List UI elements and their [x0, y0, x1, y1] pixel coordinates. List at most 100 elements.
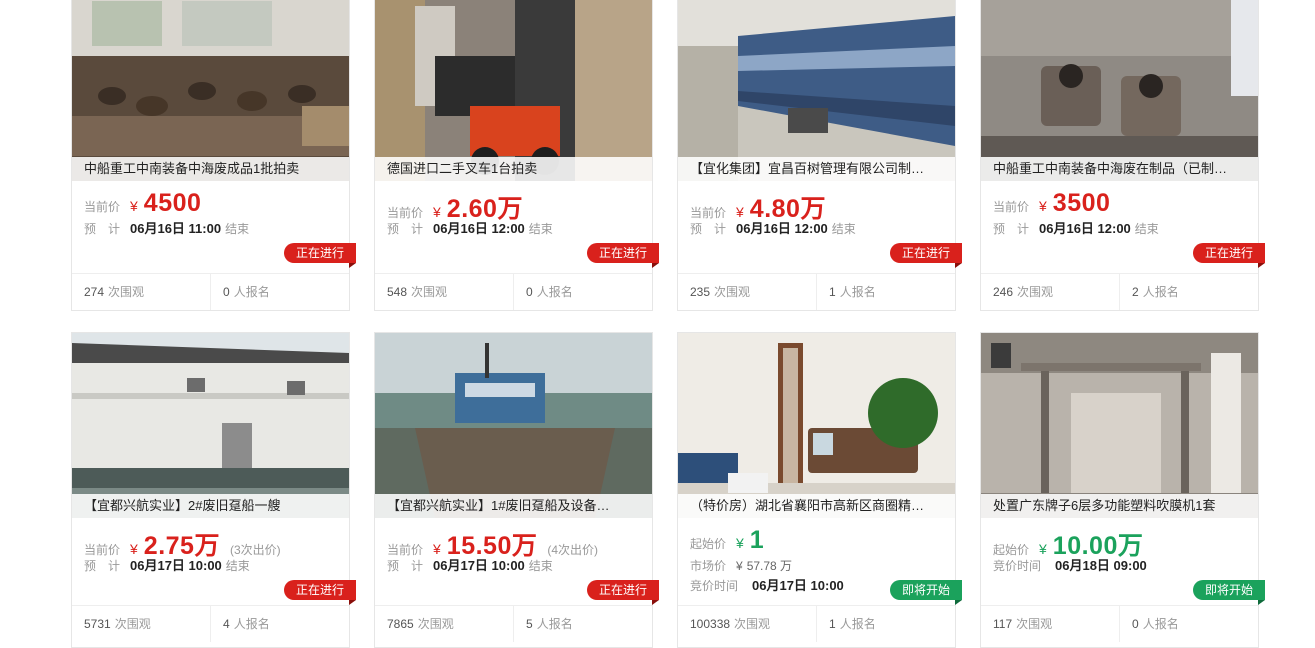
- end-suffix: 结束: [225, 559, 250, 573]
- item-title[interactable]: 处置广东牌子6层多功能塑料吹膜机1套: [981, 494, 1258, 518]
- end-time: 06月16日 12:00: [736, 221, 828, 236]
- currency-symbol: ¥: [736, 559, 743, 573]
- bid-count: (4次出价): [547, 543, 599, 557]
- item-title[interactable]: 中船重工中南装备中海废成品1批拍卖: [72, 157, 349, 181]
- view-label: 次围观: [114, 617, 151, 631]
- view-label: 次围观: [734, 617, 771, 631]
- auction-card[interactable]: 中船重工中南装备中海废在制品（已制… 当前价 ¥3500 预 计 06月16日 12…: [980, 0, 1265, 311]
- blown-film-machine-photo: [981, 333, 1258, 518]
- current-price: 3500: [1052, 189, 1111, 217]
- card-footer: 235 次围观 1 人报名: [678, 273, 955, 310]
- item-title[interactable]: 中船重工中南装备中海废在制品（已制…: [981, 157, 1258, 181]
- signup-label: 人报名: [839, 285, 876, 299]
- auction-grid: 中船重工中南装备中海废成品1批拍卖 当前价 ¥4500 预 计 06月16日 11:…: [0, 0, 1315, 648]
- auction-card[interactable]: 【宜都兴航实业】2#废旧趸船一艘 当前价 ¥2.75万 (3次出价) 预 计 06月1…: [71, 332, 356, 648]
- current-price: 4500: [143, 189, 202, 217]
- item-photo[interactable]: 处置广东牌子6层多功能塑料吹膜机1套: [981, 333, 1258, 518]
- price-label: 起始价: [690, 537, 727, 551]
- price-label: 当前价: [993, 200, 1030, 214]
- signup-count: 2: [1132, 285, 1139, 299]
- currency-symbol: ¥: [433, 541, 441, 557]
- view-count: 274: [84, 285, 105, 299]
- estimate-label: 预 计: [84, 222, 121, 236]
- item-title[interactable]: 【宜都兴航实业】2#废旧趸船一艘: [72, 494, 349, 518]
- item-title[interactable]: （特价房）湖北省襄阳市高新区商圈精…: [678, 494, 955, 518]
- status-badge: 正在进行: [890, 243, 962, 268]
- apartment-photo: [678, 333, 955, 518]
- status-badge: 即将开始: [1193, 580, 1265, 605]
- end-time: 06月17日 10:00: [433, 558, 525, 573]
- end-suffix: 结束: [528, 222, 553, 236]
- view-label: 次围观: [1017, 285, 1054, 299]
- signup-label: 人报名: [839, 617, 876, 631]
- item-info: 起始价 ¥1 市场价 ¥57.78 万 竞价时间 06月17日 10:00 即将开始: [678, 518, 962, 608]
- end-time: 06月16日 12:00: [433, 221, 525, 236]
- bid-time: 06月17日 10:00: [752, 578, 844, 593]
- end-time: 06月17日 10:00: [130, 558, 222, 573]
- bid-time-label: 竞价时间: [690, 579, 739, 593]
- view-label: 次围观: [108, 285, 145, 299]
- item-photo[interactable]: 中船重工中南装备中海废成品1批拍卖: [72, 0, 349, 181]
- status-badge: 正在进行: [284, 243, 356, 268]
- status-badge: 正在进行: [1193, 243, 1265, 268]
- status-badge: 正在进行: [284, 580, 356, 605]
- status-badge: 正在进行: [587, 580, 659, 605]
- view-count: 117: [993, 617, 1013, 631]
- estimate-label: 预 计: [387, 222, 424, 236]
- item-title[interactable]: 德国进口二手叉车1台拍卖: [375, 157, 652, 181]
- item-info: 当前价 ¥2.60万 预 计 06月16日 12:00 结束 正在进行: [375, 181, 659, 271]
- forklift-photo: [375, 0, 652, 181]
- signup-count: 0: [223, 285, 230, 299]
- auction-card[interactable]: 处置广东牌子6层多功能塑料吹膜机1套 起始价 ¥10.00万 竞价时间 06月18日…: [980, 332, 1265, 648]
- end-suffix: 结束: [831, 222, 856, 236]
- end-suffix: 结束: [225, 222, 250, 236]
- auction-card[interactable]: 【宜化集团】宜昌百树管理有限公司制… 当前价 ¥4.80万 预 计 06月16日 1…: [677, 0, 962, 311]
- currency-symbol: ¥: [736, 535, 744, 551]
- item-photo[interactable]: 中船重工中南装备中海废在制品（已制…: [981, 0, 1258, 181]
- estimate-label: 预 计: [993, 222, 1030, 236]
- metal-parts-photo: [981, 0, 1258, 181]
- signup-count: 1: [829, 285, 836, 299]
- view-count: 235: [690, 285, 711, 299]
- view-label: 次围观: [1016, 617, 1053, 631]
- item-photo[interactable]: 【宜都兴航实业】2#废旧趸船一艘: [72, 333, 349, 518]
- item-photo[interactable]: 【宜都兴航实业】1#废旧趸船及设备…: [375, 333, 652, 518]
- currency-symbol: ¥: [736, 204, 744, 220]
- textile-machines-photo: [678, 0, 955, 181]
- card-footer: 274 次围观 0 人报名: [72, 273, 349, 310]
- auction-card[interactable]: （特价房）湖北省襄阳市高新区商圈精… 起始价 ¥1 市场价 ¥57.78 万 竞价时…: [677, 332, 962, 648]
- view-count: 7865: [387, 617, 414, 631]
- card-footer: 246 次围观 2 人报名: [981, 273, 1258, 310]
- item-photo[interactable]: （特价房）湖北省襄阳市高新区商圈精…: [678, 333, 955, 518]
- view-count: 100338: [690, 617, 731, 631]
- auction-card[interactable]: 【宜都兴航实业】1#废旧趸船及设备… 当前价 ¥15.50万 (4次出价) 预 计0…: [374, 332, 659, 648]
- signup-count: 1: [829, 617, 836, 631]
- end-suffix: 结束: [528, 559, 553, 573]
- item-photo[interactable]: 【宜化集团】宜昌百树管理有限公司制…: [678, 0, 955, 181]
- status-badge: 正在进行: [587, 243, 659, 268]
- item-photo[interactable]: 德国进口二手叉车1台拍卖: [375, 0, 652, 181]
- pipes-warehouse-photo: [72, 0, 349, 181]
- bid-time-label: 竞价时间: [993, 559, 1042, 573]
- view-label: 次围观: [411, 285, 448, 299]
- item-title[interactable]: 【宜都兴航实业】1#废旧趸船及设备…: [375, 494, 652, 518]
- item-info: 当前价 ¥2.75万 (3次出价) 预 计 06月17日 10:00 结束 正在进行: [72, 518, 356, 608]
- auction-card[interactable]: 中船重工中南装备中海废成品1批拍卖 当前价 ¥4500 预 计 06月16日 11:…: [71, 0, 356, 311]
- houseboat-photo: [72, 333, 349, 518]
- item-info: 当前价 ¥4500 预 计 06月16日 11:00 结束 正在进行: [72, 181, 356, 271]
- card-footer: 100338 次围观 1 人报名: [678, 605, 955, 642]
- estimate-label: 预 计: [690, 222, 727, 236]
- card-footer: 7865 次围观 5 人报名: [375, 605, 652, 642]
- end-time: 06月16日 11:00: [130, 221, 222, 236]
- signup-label: 人报名: [233, 285, 270, 299]
- signup-count: 0: [1132, 617, 1139, 631]
- market-price-label: 市场价: [690, 559, 727, 573]
- bid-time: 06月18日 09:00: [1055, 558, 1147, 573]
- item-title[interactable]: 【宜化集团】宜昌百树管理有限公司制…: [678, 157, 955, 181]
- auction-card[interactable]: 德国进口二手叉车1台拍卖 当前价 ¥2.60万 预 计 06月16日 12:00 结束…: [374, 0, 659, 311]
- view-label: 次围观: [417, 617, 454, 631]
- card-footer: 117 次围观 0 人报名: [981, 605, 1258, 642]
- currency-symbol: ¥: [1039, 198, 1047, 214]
- price-label: 当前价: [84, 200, 121, 214]
- barge-photo: [375, 333, 652, 518]
